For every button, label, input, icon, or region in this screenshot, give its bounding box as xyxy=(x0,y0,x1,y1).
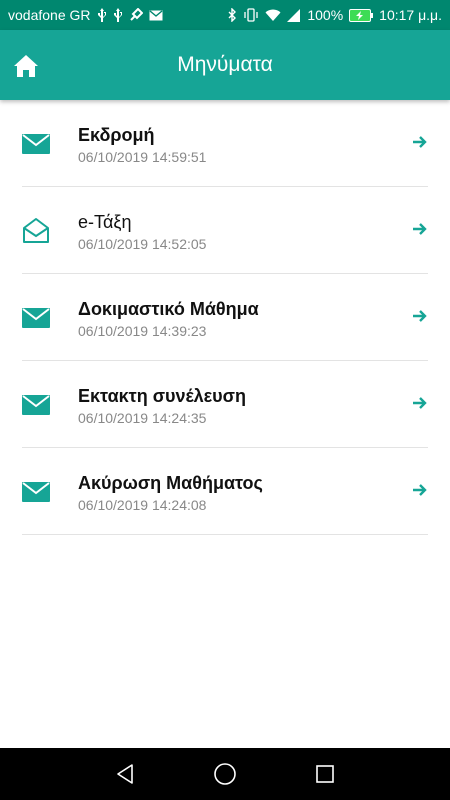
page-title: Μηνύματα xyxy=(177,53,273,76)
message-time: 06/10/2019 14:59:51 xyxy=(78,149,207,165)
message-text: Ακύρωση Μαθήματος 06/10/2019 14:24:08 xyxy=(78,472,263,513)
clock-label: 10:17 μ.μ. xyxy=(379,7,442,23)
envelope-closed-icon xyxy=(22,134,50,154)
home-icon xyxy=(14,55,38,77)
usb-icon xyxy=(113,8,123,22)
battery-charging-icon xyxy=(349,8,374,22)
usb-icon xyxy=(97,8,107,22)
message-subject: Ακύρωση Μαθήματος xyxy=(78,473,263,493)
message-subject: e-Τάξη xyxy=(78,212,132,232)
gamepad-icon xyxy=(129,8,143,22)
home-nav-button[interactable] xyxy=(211,760,239,788)
message-time: 06/10/2019 14:24:35 xyxy=(78,410,207,426)
home-circle-icon xyxy=(214,763,236,785)
back-icon xyxy=(117,764,133,784)
message-item[interactable]: Εκδρομή 06/10/2019 14:59:51 xyxy=(22,100,428,187)
message-subject: Δοκιμαστικό Μάθημα xyxy=(78,299,259,319)
message-item[interactable]: Εκτακτη συνέλευση 06/10/2019 14:24:35 xyxy=(22,361,428,448)
arrow-right-icon xyxy=(413,136,427,148)
home-button[interactable] xyxy=(12,52,40,80)
envelope-closed-icon xyxy=(22,395,50,415)
message-item[interactable]: Δοκιμαστικό Μάθημα 06/10/2019 14:39:23 xyxy=(22,274,428,361)
navigation-bar xyxy=(0,748,450,800)
message-item[interactable]: e-Τάξη 06/10/2019 14:52:05 xyxy=(22,187,428,274)
app-bar: Μηνύματα xyxy=(0,30,450,100)
message-time: 06/10/2019 14:52:05 xyxy=(78,236,207,252)
arrow-right-icon xyxy=(413,310,427,322)
recents-icon xyxy=(316,765,334,783)
arrow-right-icon xyxy=(413,484,427,496)
message-subject: Εκδρομή xyxy=(78,125,155,145)
message-item[interactable]: Ακύρωση Μαθήματος 06/10/2019 14:24:08 xyxy=(22,448,428,535)
messages-list: Εκδρομή 06/10/2019 14:59:51 e-Τάξη 06/10… xyxy=(0,100,450,535)
status-bar: vodafone GR 100% 10:17 μ.μ. xyxy=(0,0,450,30)
bluetooth-icon xyxy=(228,8,237,22)
message-subject: Εκτακτη συνέλευση xyxy=(78,386,246,406)
arrow-right-icon xyxy=(413,223,427,235)
message-text: Εκδρομή 06/10/2019 14:59:51 xyxy=(78,124,206,165)
wifi-icon xyxy=(265,9,281,22)
signal-icon xyxy=(287,8,301,22)
vibrate-icon xyxy=(243,8,259,22)
message-text: Δοκιμαστικό Μάθημα 06/10/2019 14:39:23 xyxy=(78,298,259,339)
status-right: 100% 10:17 μ.μ. xyxy=(228,7,442,23)
recents-button[interactable] xyxy=(311,760,339,788)
status-left: vodafone GR xyxy=(8,7,163,23)
envelope-open-icon xyxy=(23,218,49,243)
back-button[interactable] xyxy=(111,760,139,788)
battery-label: 100% xyxy=(307,7,344,23)
message-text: e-Τάξη 06/10/2019 14:52:05 xyxy=(78,211,206,252)
envelope-closed-icon xyxy=(22,308,50,328)
mail-icon xyxy=(149,9,163,21)
envelope-closed-icon xyxy=(22,482,50,502)
message-text: Εκτακτη συνέλευση 06/10/2019 14:24:35 xyxy=(78,385,246,426)
message-time: 06/10/2019 14:39:23 xyxy=(78,323,207,339)
message-time: 06/10/2019 14:24:08 xyxy=(78,497,207,513)
arrow-right-icon xyxy=(413,397,427,409)
carrier-label: vodafone GR xyxy=(8,7,91,23)
